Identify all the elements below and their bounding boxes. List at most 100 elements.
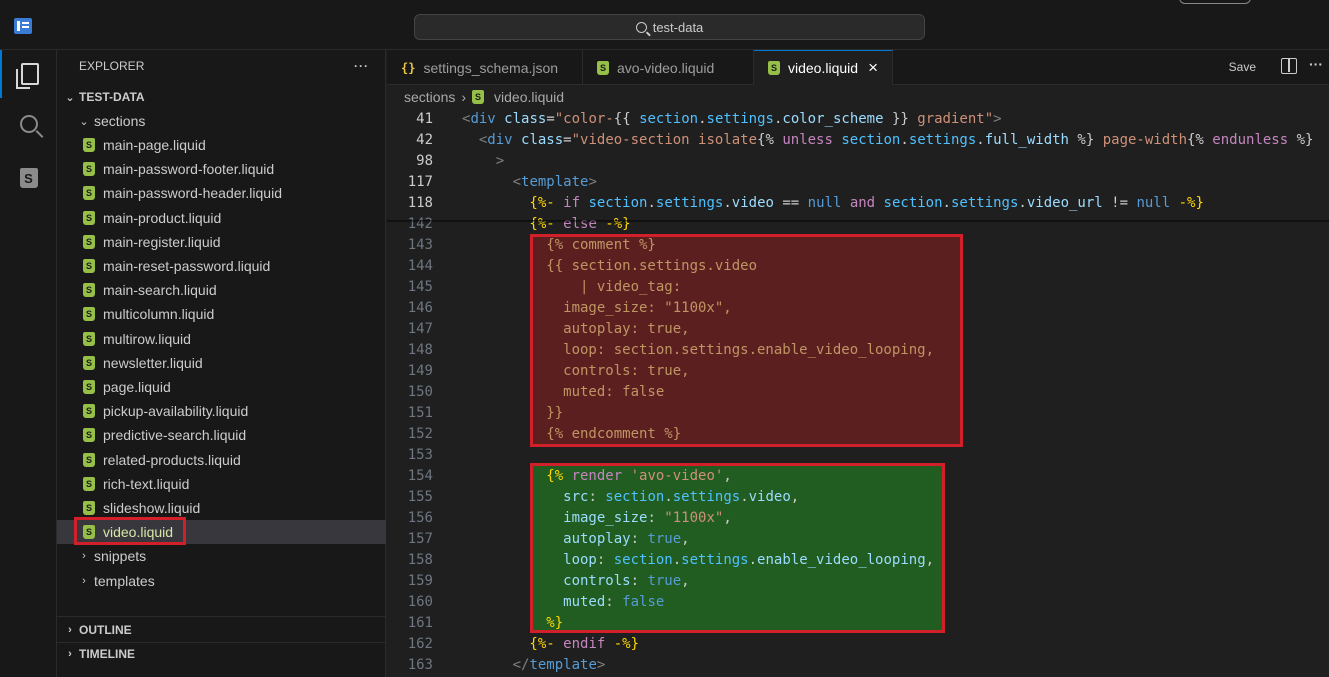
code-line: 145 | video_tag: [387, 276, 1329, 297]
more-actions-button[interactable]: ··· [354, 59, 369, 73]
line-number: 148 [407, 341, 433, 358]
code-text: </template> [462, 656, 606, 673]
tree-file-main-password-footer-liquid[interactable]: Smain-password-footer.liquid [57, 157, 386, 181]
json-icon: {} [401, 60, 416, 75]
close-icon[interactable]: × [868, 58, 878, 78]
line-number: 117 [407, 173, 433, 190]
code-text: muted: false [462, 383, 665, 400]
tree-file-multirow-liquid[interactable]: Smultirow.liquid [57, 327, 386, 351]
shopify-activity-button[interactable]: S [0, 154, 57, 202]
shopify-icon: S [83, 186, 95, 201]
code-line: 41 <div class="color-{{ section.settings.… [387, 108, 1329, 129]
code-line: 157 autoplay: true, [387, 528, 1329, 549]
outline-section[interactable]: › OUTLINE [57, 618, 386, 642]
tree-folder-templates[interactable]: › templates [57, 569, 386, 593]
code-text: {%- else -%} [462, 215, 631, 232]
shopify-icon: S [83, 476, 95, 491]
shopify-icon: S [83, 331, 95, 346]
search-icon [635, 21, 647, 33]
code-line: 142 {%- else -%} [387, 213, 1329, 234]
code-line: 159 controls: true, [387, 570, 1329, 591]
code-line: 163 </template> [387, 654, 1329, 675]
tree-root-test-data[interactable]: ⌄ TEST-DATA [57, 85, 386, 109]
tree-file-main-register-liquid[interactable]: Smain-register.liquid [57, 230, 386, 254]
activity-bar: S [0, 50, 57, 677]
code-text: image_size: "1100x", [462, 299, 732, 316]
line-number: 162 [407, 635, 433, 652]
shopify-icon: S [83, 428, 95, 443]
line-number: 154 [407, 467, 433, 484]
line-number: 142 [407, 215, 433, 232]
tree-folder-snippets[interactable]: › snippets [57, 544, 386, 568]
shopify-icon: S [83, 210, 95, 225]
tree-file-main-password-header-liquid[interactable]: Smain-password-header.liquid [57, 181, 386, 205]
line-number: 151 [407, 404, 433, 421]
tree-file-main-page-liquid[interactable]: Smain-page.liquid [57, 133, 386, 157]
shopify-icon: S [83, 138, 95, 152]
search-label: test-data [652, 19, 704, 35]
tree-file-video-liquid[interactable]: Svideo.liquid [57, 520, 386, 545]
sidebar-toggle-icon[interactable] [14, 18, 32, 34]
code-text: {{ section.settings.video [462, 257, 758, 274]
line-number: 147 [407, 320, 433, 337]
chevron-right-icon: › [68, 648, 72, 660]
tree-file-main-search-liquid[interactable]: Smain-search.liquid [57, 278, 386, 302]
breadcrumb-folder[interactable]: sections [404, 89, 455, 105]
tree-file-slideshow-liquid[interactable]: Sslideshow.liquid [57, 496, 386, 520]
tab-avo-video[interactable]: S avo-video.liquid [583, 50, 754, 85]
search-activity-button[interactable] [0, 100, 57, 148]
chevron-down-icon: ⌄ [65, 91, 75, 104]
more-actions-icon[interactable]: ··· [1309, 56, 1323, 72]
tree-file-page-liquid[interactable]: Spage.liquid [57, 375, 386, 399]
tree-file-newsletter-liquid[interactable]: Snewsletter.liquid [57, 351, 386, 375]
tab-settings-schema[interactable]: {} settings_schema.json [387, 50, 583, 85]
tree-file-main-reset-password-liquid[interactable]: Smain-reset-password.liquid [57, 254, 386, 278]
code-line: 162 {%- endif -%} [387, 633, 1329, 654]
breadcrumb: sections › S video.liquid [404, 86, 564, 108]
code-text: }} [462, 404, 564, 421]
tree-folder-sections[interactable]: ⌄ sections [57, 109, 386, 133]
code-line: 149 controls: true, [387, 360, 1329, 381]
line-number: 149 [407, 362, 433, 379]
line-number: 158 [407, 551, 433, 568]
code-line: 42 <div class="video-section isolate{% u… [387, 129, 1329, 150]
code-text: {%- if section.settings.video == null an… [462, 194, 1204, 211]
shopify-icon: S [768, 61, 780, 75]
shopify-icon: S [83, 452, 95, 467]
save-button[interactable]: Save [1229, 60, 1256, 74]
timeline-section[interactable]: › TIMELINE [57, 642, 386, 666]
code-line: 152 {% endcomment %} [387, 423, 1329, 444]
code-line: 156 image_size: "1100x", [387, 507, 1329, 528]
tree-file-pickup-availability-liquid[interactable]: Spickup-availability.liquid [57, 399, 386, 423]
chevron-down-icon: ⌄ [79, 115, 89, 128]
line-number: 41 [416, 110, 433, 127]
command-center-search[interactable]: test-data [414, 14, 925, 40]
chevron-right-icon: › [82, 575, 86, 587]
code-text: autoplay: true, [462, 530, 690, 547]
tree-file-predictive-search-liquid[interactable]: Spredictive-search.liquid [57, 423, 386, 447]
split-editor-icon[interactable] [1281, 58, 1297, 74]
breadcrumb-file[interactable]: video.liquid [494, 89, 564, 105]
code-text: > [462, 152, 505, 169]
code-text: {%- endif -%} [462, 635, 640, 652]
code-line: 147 autoplay: true, [387, 318, 1329, 339]
line-number: 163 [407, 656, 433, 673]
shopify-icon: S [83, 380, 95, 394]
chevron-right-icon: › [82, 550, 86, 562]
tree-file-main-product-liquid[interactable]: Smain-product.liquid [57, 206, 386, 230]
explorer-activity-button[interactable] [0, 50, 57, 98]
line-number: 98 [416, 152, 433, 169]
code-line: 160 muted: false [387, 591, 1329, 612]
code-text: {% endcomment %} [462, 425, 682, 442]
tab-video[interactable]: S video.liquid × [754, 50, 893, 85]
code-line: 153 [387, 444, 1329, 465]
tree-file-multicolumn-liquid[interactable]: Smulticolumn.liquid [57, 302, 386, 326]
shopify-icon: S [83, 234, 95, 249]
shopify-icon: S [83, 355, 95, 370]
tree-file-rich-text-liquid[interactable]: Srich-text.liquid [57, 472, 386, 496]
code-text: controls: true, [462, 362, 690, 379]
window-control[interactable] [1179, 0, 1251, 4]
tree-file-related-products-liquid[interactable]: Srelated-products.liquid [57, 448, 386, 472]
line-number: 118 [407, 194, 433, 211]
code-line: 161 %} [387, 612, 1329, 633]
